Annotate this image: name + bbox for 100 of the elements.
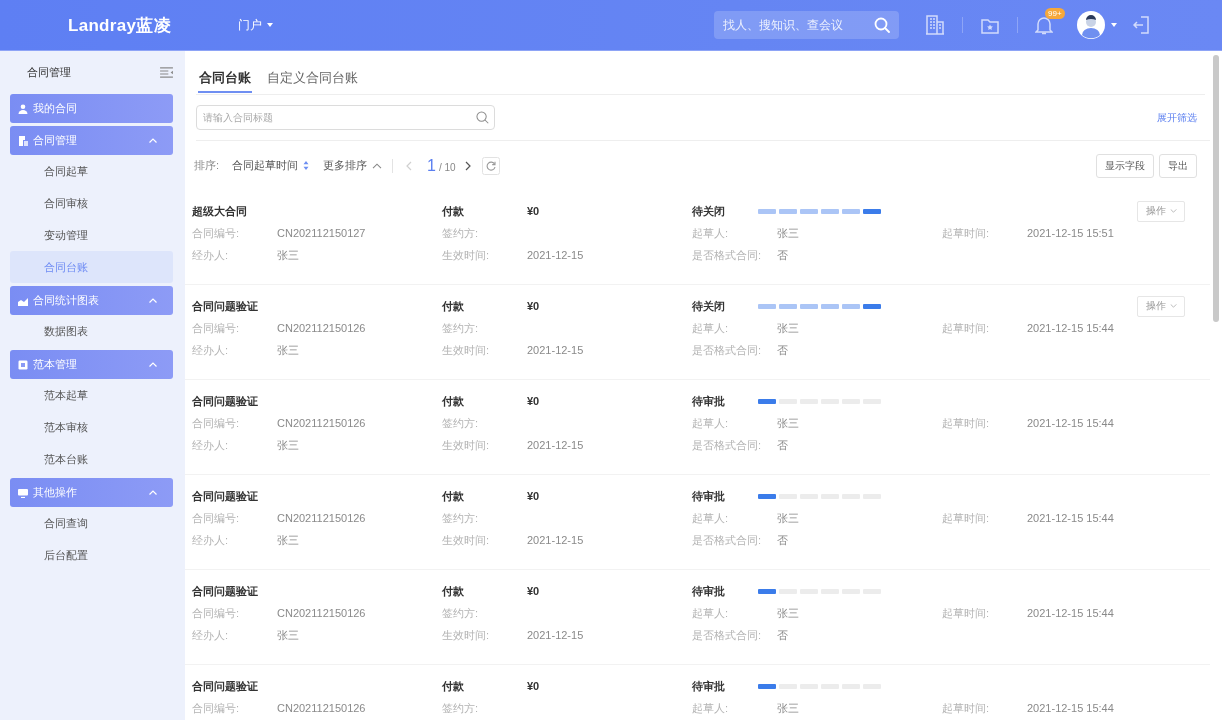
field-label: 起草时间: xyxy=(942,320,990,336)
contract-row[interactable]: 合同问题验证 付款 ¥0 待审批 合同编号: CN202112150126 签约方: 起草人: 张三 起草时间: 2021-12-15 15:44 xyxy=(185,665,1210,720)
field-label: 是否格式合同: xyxy=(692,342,762,358)
field-label: 签约方: xyxy=(442,605,479,621)
progress-step xyxy=(863,303,881,309)
progress-step xyxy=(863,208,881,214)
menu-item[interactable]: 变动管理 xyxy=(10,219,173,251)
search-field[interactable]: 请输入合同标题 xyxy=(196,105,495,130)
contract-row[interactable]: 合同问题验证 付款 ¥0 待审批 合同编号: CN202112150126 签约方: 起草人: 张三 起草时间: 2021-12-15 15:44 经办人: 张三 生效时间: 2021-12-15 是否格式合同: 否 xyxy=(185,380,1210,475)
progress-step xyxy=(758,303,776,309)
sort-field-button[interactable]: 合同起草时间 xyxy=(232,158,310,173)
contract-row[interactable]: 超级大合同 付款 ¥0 待关闭 操作 合同编号: CN202112150127 签约方: 起草人: 张三 起草时间: 2021-12-15 15:51 经办人: 张三 生效时间: 2021-12-15 是否格式合同: 否 xyxy=(185,190,1210,285)
progress-step xyxy=(842,303,860,309)
field-label: 起草人: xyxy=(692,605,729,621)
field-label: 起草人: xyxy=(692,510,729,526)
field-label: 起草时间: xyxy=(942,225,990,241)
more-sort-button[interactable]: 更多排序 xyxy=(323,158,383,173)
field-label: 合同编号: xyxy=(192,225,240,241)
payment-type: 付款 xyxy=(442,203,464,219)
progress-step xyxy=(758,398,776,404)
field-value: 张三 xyxy=(777,605,799,621)
menu-item[interactable]: 范本审核 xyxy=(10,411,173,443)
progress-step xyxy=(758,683,776,689)
toolbar-button[interactable]: 导出 xyxy=(1159,153,1197,178)
amount: ¥0 xyxy=(527,585,540,597)
field-label: 生效时间: xyxy=(442,342,490,358)
field-label: 合同编号: xyxy=(192,320,240,336)
status-label: 待关闭 xyxy=(692,298,725,314)
payment-type: 付款 xyxy=(442,583,464,599)
contract-title: 合同问题验证 xyxy=(192,298,258,314)
tab[interactable]: 自定义合同台账 xyxy=(266,64,359,93)
amount: ¥0 xyxy=(527,680,540,692)
field-value: 2021-12-15 xyxy=(527,249,584,261)
tab[interactable]: 合同台账 xyxy=(198,64,252,93)
field-value: CN202112150126 xyxy=(277,607,366,619)
field-value: CN202112150127 xyxy=(277,227,366,239)
field-label: 签约方: xyxy=(442,700,479,716)
current-page: 1 xyxy=(427,156,436,175)
book-icon xyxy=(18,359,28,370)
search-icon[interactable] xyxy=(476,111,489,124)
field-label: 经办人: xyxy=(192,247,229,263)
field-label: 经办人: xyxy=(192,627,229,643)
building-icon[interactable] xyxy=(926,15,944,35)
toolbar-button[interactable]: 显示字段 xyxy=(1096,153,1154,178)
menu-item[interactable]: 后台配置 xyxy=(10,539,173,571)
field-label: 起草人: xyxy=(692,700,729,716)
logout-icon[interactable] xyxy=(1133,16,1149,34)
field-value: 否 xyxy=(777,342,788,358)
progress-step xyxy=(758,588,776,594)
menu-item[interactable]: 数据图表 xyxy=(10,315,173,347)
bell-icon[interactable] xyxy=(1035,15,1053,35)
field-label: 起草时间: xyxy=(942,700,990,716)
caret-icon[interactable] xyxy=(1111,23,1117,27)
menu-item[interactable]: 合同审核 xyxy=(10,187,173,219)
field-value: 张三 xyxy=(277,247,299,263)
field-label: 合同编号: xyxy=(192,605,240,621)
amount: ¥0 xyxy=(527,300,540,312)
contract-row[interactable]: 合同问题验证 付款 ¥0 待审批 合同编号: CN202112150126 签约方: 起草人: 张三 起草时间: 2021-12-15 15:44 经办人: 张三 生效时间: 2021-12-15 是否格式合同: 否 xyxy=(185,570,1210,665)
refresh-icon[interactable] xyxy=(481,156,500,175)
field-value: 张三 xyxy=(777,225,799,241)
contract-row[interactable]: 合同问题验证 付款 ¥0 待关闭 操作 合同编号: CN202112150126 签约方: 起草人: 张三 起草时间: 2021-12-15 15:44 经办人: 张三 生效时间: 2021-12-15 是否格式合同: 否 xyxy=(185,285,1210,380)
status-label: 待审批 xyxy=(692,583,725,599)
field-label: 生效时间: xyxy=(442,627,490,643)
expand-filter-link[interactable]: 展开筛选 xyxy=(1157,110,1197,125)
folder-icon[interactable] xyxy=(981,16,999,34)
notification-badge: 99+ xyxy=(1045,8,1065,19)
field-label: 起草人: xyxy=(692,320,729,336)
progress-step xyxy=(779,303,797,309)
menu-item[interactable]: 范本起草 xyxy=(10,379,173,411)
menu-item[interactable]: 范本台账 xyxy=(10,443,173,475)
menu-item[interactable]: 合同查询 xyxy=(10,507,173,539)
field-value: CN202112150126 xyxy=(277,322,366,334)
scrollbar-thumb[interactable] xyxy=(1213,55,1219,322)
contract-title: 合同问题验证 xyxy=(192,678,258,694)
avatar-icon[interactable] xyxy=(1077,11,1105,39)
logo[interactable]: Landray蓝凌 xyxy=(68,15,171,35)
field-value: 2021-12-15 xyxy=(527,439,584,451)
field-label: 签约方: xyxy=(442,320,479,336)
field-label: 合同编号: xyxy=(192,415,240,431)
menu-collapse-icon[interactable] xyxy=(160,67,173,78)
field-label: 起草人: xyxy=(692,225,729,241)
field-value: 张三 xyxy=(777,320,799,336)
status-label: 待审批 xyxy=(692,393,725,409)
field-value: 张三 xyxy=(777,415,799,431)
field-label: 签约方: xyxy=(442,415,479,431)
menu-item[interactable]: 合同起草 xyxy=(10,155,173,187)
contract-title: 合同问题验证 xyxy=(192,583,258,599)
search-icon[interactable] xyxy=(874,17,890,33)
status-label: 待审批 xyxy=(692,678,725,694)
field-value: 2021-12-15 15:44 xyxy=(1027,417,1114,429)
field-label: 生效时间: xyxy=(442,532,490,548)
contract-title: 合同问题验证 xyxy=(192,393,258,409)
field-label: 是否格式合同: xyxy=(692,532,762,548)
contract-row[interactable]: 合同问题验证 付款 ¥0 待审批 合同编号: CN202112150126 签约方: 起草人: 张三 起草时间: 2021-12-15 15:44 经办人: 张三 生效时间: 2021-12-15 是否格式合同: 否 xyxy=(185,475,1210,570)
chevron-right-icon[interactable] xyxy=(464,160,471,171)
amount: ¥0 xyxy=(527,205,540,217)
progress-step xyxy=(758,493,776,499)
field-value: 张三 xyxy=(277,342,299,358)
portal-menu[interactable]: 门户 xyxy=(238,16,273,34)
field-value: 2021-12-15 xyxy=(527,629,584,641)
